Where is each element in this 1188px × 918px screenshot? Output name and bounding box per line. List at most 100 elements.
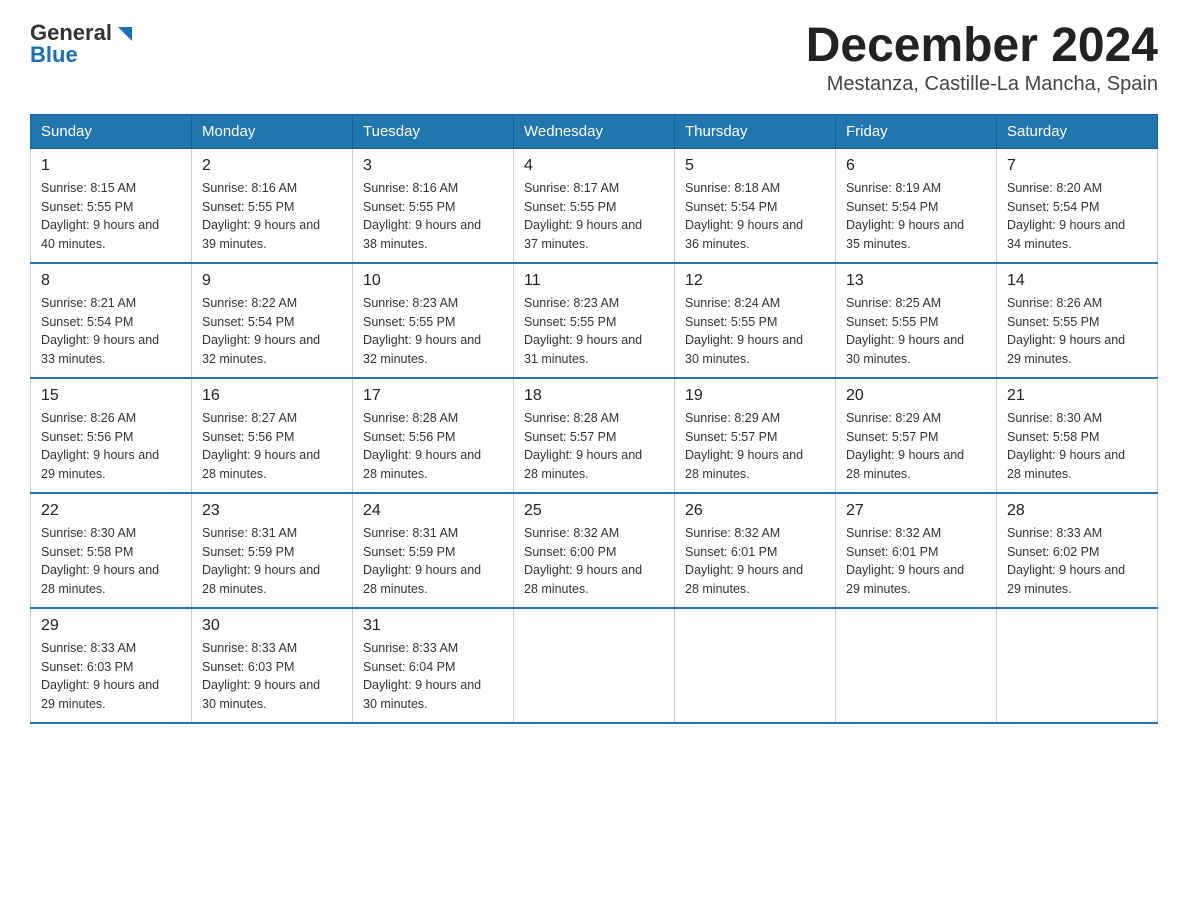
calendar-cell: 23 Sunrise: 8:31 AM Sunset: 5:59 PM Dayl… xyxy=(192,493,353,608)
day-info: Sunrise: 8:33 AM Sunset: 6:03 PM Dayligh… xyxy=(202,639,342,714)
calendar-cell: 26 Sunrise: 8:32 AM Sunset: 6:01 PM Dayl… xyxy=(675,493,836,608)
day-info: Sunrise: 8:29 AM Sunset: 5:57 PM Dayligh… xyxy=(846,409,986,484)
calendar-cell: 21 Sunrise: 8:30 AM Sunset: 5:58 PM Dayl… xyxy=(997,378,1158,493)
day-info: Sunrise: 8:28 AM Sunset: 5:56 PM Dayligh… xyxy=(363,409,503,484)
calendar-cell xyxy=(997,608,1158,723)
logo-blue-text: Blue xyxy=(30,42,78,68)
page-title: December 2024 xyxy=(806,20,1158,73)
day-info: Sunrise: 8:21 AM Sunset: 5:54 PM Dayligh… xyxy=(41,294,181,369)
logo-triangle-icon xyxy=(114,23,136,45)
day-number: 14 xyxy=(1007,272,1147,290)
day-info: Sunrise: 8:29 AM Sunset: 5:57 PM Dayligh… xyxy=(685,409,825,484)
day-number: 16 xyxy=(202,387,342,405)
day-number: 11 xyxy=(524,272,664,290)
calendar-cell: 25 Sunrise: 8:32 AM Sunset: 6:00 PM Dayl… xyxy=(514,493,675,608)
day-number: 17 xyxy=(363,387,503,405)
logo: General Blue xyxy=(30,20,136,68)
calendar-cell xyxy=(836,608,997,723)
day-info: Sunrise: 8:31 AM Sunset: 5:59 PM Dayligh… xyxy=(363,524,503,599)
calendar-cell: 22 Sunrise: 8:30 AM Sunset: 5:58 PM Dayl… xyxy=(31,493,192,608)
title-block: December 2024 Mestanza, Castille-La Manc… xyxy=(806,20,1158,96)
day-info: Sunrise: 8:16 AM Sunset: 5:55 PM Dayligh… xyxy=(363,179,503,254)
day-info: Sunrise: 8:26 AM Sunset: 5:56 PM Dayligh… xyxy=(41,409,181,484)
day-info: Sunrise: 8:25 AM Sunset: 5:55 PM Dayligh… xyxy=(846,294,986,369)
day-number: 24 xyxy=(363,502,503,520)
calendar-cell xyxy=(675,608,836,723)
day-number: 15 xyxy=(41,387,181,405)
day-number: 7 xyxy=(1007,157,1147,175)
day-info: Sunrise: 8:17 AM Sunset: 5:55 PM Dayligh… xyxy=(524,179,664,254)
day-number: 8 xyxy=(41,272,181,290)
day-number: 30 xyxy=(202,617,342,635)
calendar-header-monday: Monday xyxy=(192,114,353,148)
calendar-cell: 18 Sunrise: 8:28 AM Sunset: 5:57 PM Dayl… xyxy=(514,378,675,493)
day-number: 10 xyxy=(363,272,503,290)
calendar-cell: 31 Sunrise: 8:33 AM Sunset: 6:04 PM Dayl… xyxy=(353,608,514,723)
calendar-cell: 4 Sunrise: 8:17 AM Sunset: 5:55 PM Dayli… xyxy=(514,148,675,263)
day-number: 1 xyxy=(41,157,181,175)
calendar-cell: 30 Sunrise: 8:33 AM Sunset: 6:03 PM Dayl… xyxy=(192,608,353,723)
day-number: 22 xyxy=(41,502,181,520)
calendar-week-row: 8 Sunrise: 8:21 AM Sunset: 5:54 PM Dayli… xyxy=(31,263,1158,378)
calendar-week-row: 1 Sunrise: 8:15 AM Sunset: 5:55 PM Dayli… xyxy=(31,148,1158,263)
calendar-cell: 19 Sunrise: 8:29 AM Sunset: 5:57 PM Dayl… xyxy=(675,378,836,493)
day-info: Sunrise: 8:33 AM Sunset: 6:02 PM Dayligh… xyxy=(1007,524,1147,599)
day-info: Sunrise: 8:27 AM Sunset: 5:56 PM Dayligh… xyxy=(202,409,342,484)
day-number: 21 xyxy=(1007,387,1147,405)
day-info: Sunrise: 8:28 AM Sunset: 5:57 PM Dayligh… xyxy=(524,409,664,484)
day-number: 20 xyxy=(846,387,986,405)
day-number: 23 xyxy=(202,502,342,520)
calendar-cell: 28 Sunrise: 8:33 AM Sunset: 6:02 PM Dayl… xyxy=(997,493,1158,608)
day-number: 27 xyxy=(846,502,986,520)
calendar-week-row: 29 Sunrise: 8:33 AM Sunset: 6:03 PM Dayl… xyxy=(31,608,1158,723)
day-number: 4 xyxy=(524,157,664,175)
day-info: Sunrise: 8:24 AM Sunset: 5:55 PM Dayligh… xyxy=(685,294,825,369)
day-number: 26 xyxy=(685,502,825,520)
day-info: Sunrise: 8:16 AM Sunset: 5:55 PM Dayligh… xyxy=(202,179,342,254)
day-info: Sunrise: 8:33 AM Sunset: 6:03 PM Dayligh… xyxy=(41,639,181,714)
page-header: General Blue December 2024 Mestanza, Cas… xyxy=(30,20,1158,96)
calendar-header-row: SundayMondayTuesdayWednesdayThursdayFrid… xyxy=(31,114,1158,148)
day-info: Sunrise: 8:20 AM Sunset: 5:54 PM Dayligh… xyxy=(1007,179,1147,254)
calendar-cell: 12 Sunrise: 8:24 AM Sunset: 5:55 PM Dayl… xyxy=(675,263,836,378)
calendar-cell: 16 Sunrise: 8:27 AM Sunset: 5:56 PM Dayl… xyxy=(192,378,353,493)
day-info: Sunrise: 8:33 AM Sunset: 6:04 PM Dayligh… xyxy=(363,639,503,714)
day-number: 28 xyxy=(1007,502,1147,520)
calendar-cell: 1 Sunrise: 8:15 AM Sunset: 5:55 PM Dayli… xyxy=(31,148,192,263)
day-info: Sunrise: 8:23 AM Sunset: 5:55 PM Dayligh… xyxy=(524,294,664,369)
day-info: Sunrise: 8:32 AM Sunset: 6:00 PM Dayligh… xyxy=(524,524,664,599)
day-number: 25 xyxy=(524,502,664,520)
calendar-cell: 17 Sunrise: 8:28 AM Sunset: 5:56 PM Dayl… xyxy=(353,378,514,493)
day-number: 29 xyxy=(41,617,181,635)
calendar-cell: 6 Sunrise: 8:19 AM Sunset: 5:54 PM Dayli… xyxy=(836,148,997,263)
day-number: 31 xyxy=(363,617,503,635)
calendar-cell: 15 Sunrise: 8:26 AM Sunset: 5:56 PM Dayl… xyxy=(31,378,192,493)
day-info: Sunrise: 8:30 AM Sunset: 5:58 PM Dayligh… xyxy=(1007,409,1147,484)
calendar-table: SundayMondayTuesdayWednesdayThursdayFrid… xyxy=(30,114,1158,724)
day-info: Sunrise: 8:30 AM Sunset: 5:58 PM Dayligh… xyxy=(41,524,181,599)
calendar-header-sunday: Sunday xyxy=(31,114,192,148)
day-info: Sunrise: 8:23 AM Sunset: 5:55 PM Dayligh… xyxy=(363,294,503,369)
calendar-cell: 5 Sunrise: 8:18 AM Sunset: 5:54 PM Dayli… xyxy=(675,148,836,263)
day-info: Sunrise: 8:32 AM Sunset: 6:01 PM Dayligh… xyxy=(846,524,986,599)
calendar-header-friday: Friday xyxy=(836,114,997,148)
calendar-cell: 10 Sunrise: 8:23 AM Sunset: 5:55 PM Dayl… xyxy=(353,263,514,378)
day-number: 5 xyxy=(685,157,825,175)
calendar-cell: 7 Sunrise: 8:20 AM Sunset: 5:54 PM Dayli… xyxy=(997,148,1158,263)
day-number: 13 xyxy=(846,272,986,290)
day-number: 9 xyxy=(202,272,342,290)
calendar-cell xyxy=(514,608,675,723)
day-info: Sunrise: 8:32 AM Sunset: 6:01 PM Dayligh… xyxy=(685,524,825,599)
calendar-cell: 20 Sunrise: 8:29 AM Sunset: 5:57 PM Dayl… xyxy=(836,378,997,493)
calendar-cell: 29 Sunrise: 8:33 AM Sunset: 6:03 PM Dayl… xyxy=(31,608,192,723)
calendar-cell: 11 Sunrise: 8:23 AM Sunset: 5:55 PM Dayl… xyxy=(514,263,675,378)
calendar-cell: 3 Sunrise: 8:16 AM Sunset: 5:55 PM Dayli… xyxy=(353,148,514,263)
calendar-cell: 9 Sunrise: 8:22 AM Sunset: 5:54 PM Dayli… xyxy=(192,263,353,378)
day-number: 2 xyxy=(202,157,342,175)
day-number: 19 xyxy=(685,387,825,405)
day-number: 3 xyxy=(363,157,503,175)
calendar-cell: 24 Sunrise: 8:31 AM Sunset: 5:59 PM Dayl… xyxy=(353,493,514,608)
calendar-cell: 14 Sunrise: 8:26 AM Sunset: 5:55 PM Dayl… xyxy=(997,263,1158,378)
day-info: Sunrise: 8:26 AM Sunset: 5:55 PM Dayligh… xyxy=(1007,294,1147,369)
calendar-week-row: 15 Sunrise: 8:26 AM Sunset: 5:56 PM Dayl… xyxy=(31,378,1158,493)
